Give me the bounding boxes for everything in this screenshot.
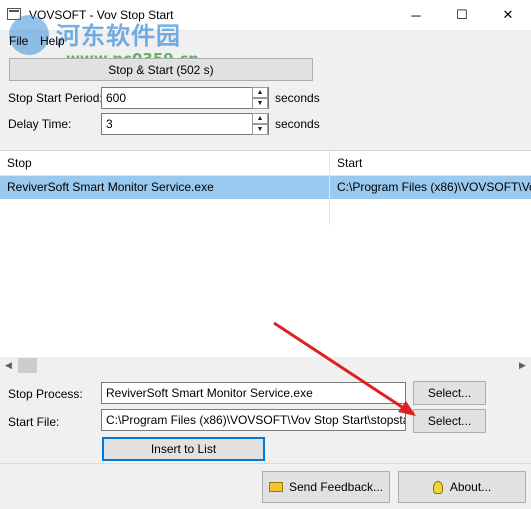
scroll-right-icon[interactable]: ▶ (514, 357, 531, 374)
start-file-value: C:\Program Files (x86)\VOVSOFT\Vov Stop … (106, 413, 405, 427)
delay-time-value: 3 (106, 117, 113, 131)
about-label: About... (449, 480, 492, 494)
stop-process-input[interactable]: ReviverSoft Smart Monitor Service.exe (101, 382, 406, 404)
minimize-button[interactable]: ─ (393, 0, 439, 30)
start-file-input[interactable]: C:\Program Files (x86)\VOVSOFT\Vov Stop … (101, 409, 406, 431)
delay-time-spinner[interactable]: ▲ ▼ (252, 113, 268, 135)
start-file-label: Start File: (8, 415, 60, 429)
table-row[interactable]: ReviverSoft Smart Monitor Service.exe C:… (0, 176, 531, 199)
maximize-button[interactable]: ☐ (439, 0, 485, 30)
scrollbar-thumb[interactable] (18, 358, 37, 373)
menu-help[interactable]: Help (40, 34, 65, 48)
lightbulb-icon (432, 480, 443, 494)
column-header-start[interactable]: Start (330, 151, 531, 175)
select-stop-process-button[interactable]: Select... (413, 381, 486, 405)
column-header-stop[interactable]: Stop (0, 151, 329, 175)
send-feedback-label: Send Feedback... (288, 480, 384, 494)
select-start-file-button[interactable]: Select... (413, 409, 486, 433)
spin-down-icon[interactable]: ▼ (252, 124, 268, 135)
stop-start-period-input[interactable]: 600 (101, 87, 269, 109)
stop-start-period-spinner[interactable]: ▲ ▼ (252, 87, 268, 109)
row-start-cell: C:\Program Files (x86)\VOVSOFT\Vov St (337, 180, 531, 194)
envelope-icon (268, 482, 283, 492)
row-stop-cell: ReviverSoft Smart Monitor Service.exe (7, 180, 214, 194)
stop-process-label: Stop Process: (8, 387, 83, 401)
scroll-left-icon[interactable]: ◀ (0, 357, 17, 374)
stop-start-list[interactable]: Stop Start ReviverSoft Smart Monitor Ser… (0, 150, 531, 374)
stop-start-period-unit: seconds (275, 91, 320, 105)
stop-process-value: ReviverSoft Smart Monitor Service.exe (106, 386, 313, 400)
horizontal-scrollbar[interactable]: ◀ ▶ (0, 357, 531, 374)
delay-time-label: Delay Time: (8, 117, 72, 131)
close-button[interactable]: ✕ (485, 0, 531, 30)
list-header: Stop Start (0, 151, 531, 176)
send-feedback-button[interactable]: Send Feedback... (262, 471, 390, 503)
spin-up-icon[interactable]: ▲ (252, 113, 268, 124)
spin-down-icon[interactable]: ▼ (252, 98, 268, 109)
insert-to-list-button[interactable]: Insert to List (102, 437, 265, 461)
delay-time-input[interactable]: 3 (101, 113, 269, 135)
watermark-title: 河东软件园 (56, 22, 181, 50)
stop-start-period-label: Stop Start Period: (8, 91, 103, 105)
stop-start-button[interactable]: Stop & Start (502 s) (9, 58, 313, 81)
column-divider (329, 176, 330, 225)
spin-up-icon[interactable]: ▲ (252, 87, 268, 98)
stop-start-period-value: 600 (106, 91, 127, 105)
about-button[interactable]: About... (398, 471, 526, 503)
delay-time-unit: seconds (275, 117, 320, 131)
menu-file[interactable]: File (9, 34, 28, 48)
